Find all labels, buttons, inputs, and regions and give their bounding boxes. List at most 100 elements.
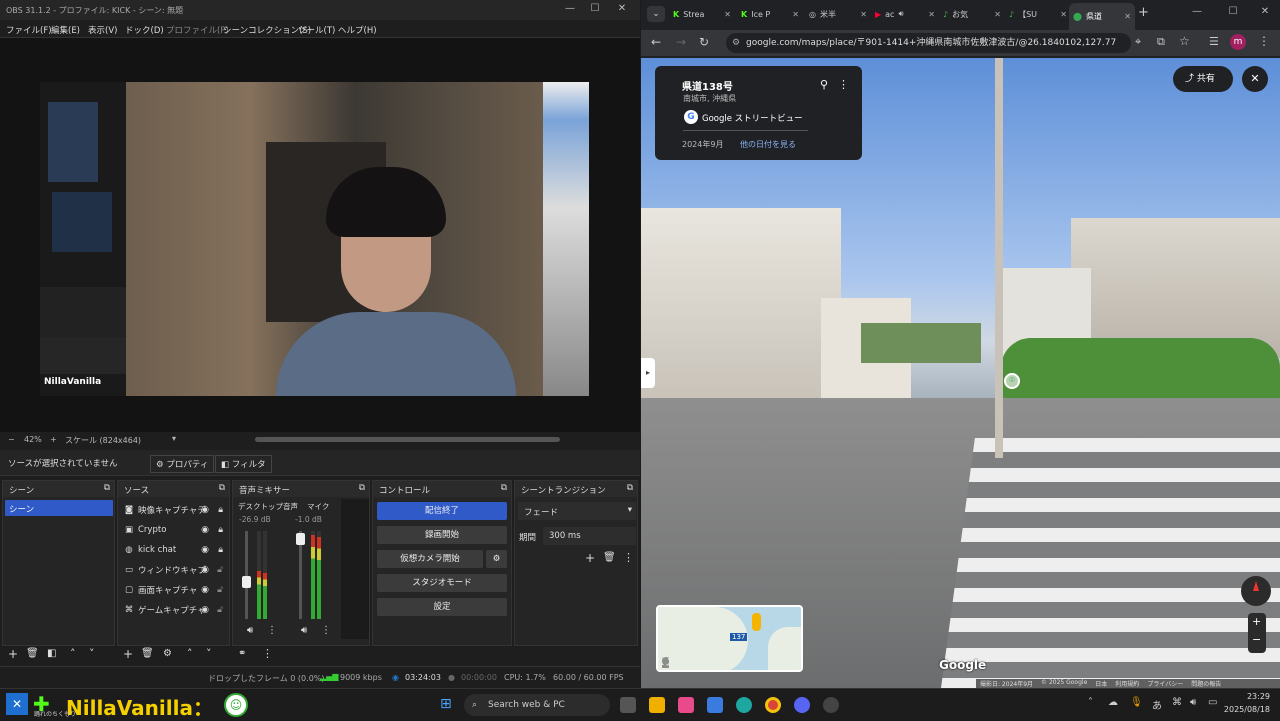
forward-icon[interactable]: →: [676, 35, 686, 49]
file-explorer-icon[interactable]: [649, 697, 665, 713]
pin-icon[interactable]: ⚲: [820, 78, 828, 91]
menu-profile[interactable]: プロファイル(P): [166, 24, 229, 36]
url-field[interactable]: ⚙ google.com/maps/place/〒901-1414+沖縄県南城市…: [726, 33, 1131, 53]
store-icon[interactable]: [707, 697, 723, 713]
fullscreen-icon[interactable]: ⛶: [662, 657, 669, 668]
network-icon[interactable]: ⌘: [1172, 697, 1182, 708]
close-tab-icon[interactable]: ✕: [860, 10, 867, 19]
eye-icon[interactable]: ◉: [201, 565, 209, 575]
back-icon[interactable]: ←: [651, 35, 661, 49]
more-icon[interactable]: ⋮: [321, 625, 331, 636]
studio-mode-button[interactable]: スタジオモード: [377, 574, 507, 592]
source-item[interactable]: ▭ ウィンドウキャプ: [124, 561, 224, 579]
dock-float-icon[interactable]: ⧉: [627, 483, 633, 493]
footer-terms[interactable]: 利用規約: [1115, 679, 1139, 688]
browser-tab[interactable]: K Ice P ✕: [737, 5, 803, 23]
expand-panel-icon[interactable]: ▸: [641, 358, 655, 388]
obs-icon[interactable]: [823, 697, 839, 713]
reading-list-icon[interactable]: ☰: [1209, 35, 1219, 48]
menu-tools[interactable]: ツール(T): [298, 24, 335, 36]
eye-icon[interactable]: ◉: [201, 585, 209, 595]
trash-icon[interactable]: 🗑︎: [603, 552, 616, 563]
desktop-fader-handle[interactable]: [242, 576, 251, 588]
more-icon[interactable]: ⋮: [262, 647, 273, 660]
eye-icon[interactable]: ◉: [201, 505, 209, 515]
taskbar-search[interactable]: ⌕ Search web & PC: [464, 694, 610, 716]
zoom-in-icon[interactable]: +: [50, 435, 57, 444]
menu-view[interactable]: 表示(V): [88, 24, 117, 36]
clock-date[interactable]: 2025/08/18: [1215, 705, 1270, 714]
dock-float-icon[interactable]: ⧉: [359, 483, 365, 493]
remove-scene-icon[interactable]: 🗑︎: [26, 648, 39, 659]
add-icon[interactable]: +: [585, 551, 595, 565]
edge-icon[interactable]: [736, 697, 752, 713]
dock-float-icon[interactable]: ⧉: [501, 483, 507, 493]
move-down-icon[interactable]: ˅: [206, 647, 212, 660]
add-scene-icon[interactable]: +: [8, 647, 18, 661]
menu-help[interactable]: ヘルプ(H): [338, 24, 377, 36]
site-info-icon[interactable]: ⚙: [732, 33, 740, 53]
browser-tab[interactable]: ♪ お気 ✕: [939, 5, 1005, 23]
more-icon[interactable]: ⋮: [838, 78, 849, 91]
other-dates-link[interactable]: 他の日付を見る: [740, 139, 796, 150]
close-icon[interactable]: ✕: [612, 3, 632, 17]
move-up-icon[interactable]: ˄: [187, 647, 193, 660]
lock-icon[interactable]: 🔒︎: [218, 525, 223, 535]
zoom-out-icon[interactable]: −: [8, 435, 15, 444]
stop-stream-button[interactable]: 配信終了: [377, 502, 507, 520]
eye-icon[interactable]: ◉: [201, 525, 209, 535]
start-recording-button[interactable]: 録画開始: [377, 526, 507, 544]
minimize-icon[interactable]: —: [560, 3, 580, 17]
preview-scrollbar[interactable]: [255, 437, 560, 442]
minimap[interactable]: 137 ⛶: [656, 605, 803, 672]
close-tab-icon[interactable]: ✕: [928, 10, 935, 19]
clock-time[interactable]: 23:29: [1225, 692, 1270, 701]
audio-playing-icon[interactable]: 🔊︎: [898, 9, 903, 19]
browser-tab[interactable]: ♪ 【SU ✕: [1005, 5, 1071, 23]
obs-preview[interactable]: NillaVanilla: [0, 38, 640, 432]
scene-filter-icon[interactable]: ◧: [47, 648, 56, 659]
unlock-icon[interactable]: 🔓︎: [217, 605, 223, 615]
close-tab-icon[interactable]: ✕: [994, 10, 1001, 19]
browser-tab[interactable]: ▶ ac 🔊︎ ✕: [871, 5, 939, 23]
pegman-icon[interactable]: [752, 613, 761, 631]
source-item[interactable]: ▢ 画面キャプチャ: [124, 581, 224, 599]
onedrive-icon[interactable]: ☁: [1108, 697, 1118, 708]
bookmark-icon[interactable]: ☆: [1179, 34, 1190, 48]
mic-fader-handle[interactable]: [296, 533, 305, 545]
speaker-icon[interactable]: 🔊︎: [301, 625, 307, 636]
chrome-menu-icon[interactable]: ⋮: [1258, 34, 1270, 48]
zoom-out-icon[interactable]: −: [1252, 633, 1261, 646]
properties-button[interactable]: ⚙ プロパティ: [150, 455, 215, 473]
start-virtual-camera-button[interactable]: 仮想カメラ開始: [377, 550, 483, 568]
source-properties-icon[interactable]: ⚙: [163, 648, 172, 659]
eye-icon[interactable]: ◉: [201, 545, 209, 555]
settings-button[interactable]: 設定: [377, 598, 507, 616]
close-tab-icon[interactable]: ✕: [792, 10, 799, 19]
source-item[interactable]: ⌘ ゲームキャプチャ: [124, 601, 224, 619]
tray-overflow-icon[interactable]: ˄: [1088, 697, 1093, 708]
browser-tab-active[interactable]: ⬤ 県道 ✕: [1069, 3, 1135, 30]
place-marker-icon[interactable]: ⌾: [1004, 373, 1020, 389]
desktop-fader-track[interactable]: [245, 531, 248, 619]
share-button[interactable]: ⤴ 共有: [1173, 66, 1233, 92]
move-down-icon[interactable]: ˅: [89, 647, 95, 660]
source-item[interactable]: ◍ kick chat: [124, 541, 224, 559]
footer-region[interactable]: 日本: [1095, 679, 1107, 688]
menu-file[interactable]: ファイル(F): [6, 24, 52, 36]
reload-icon[interactable]: ↻: [699, 35, 709, 49]
more-icon[interactable]: ⋮: [267, 625, 277, 636]
lock-icon[interactable]: 🔒︎: [218, 545, 223, 555]
move-up-icon[interactable]: ˄: [70, 647, 76, 660]
source-item[interactable]: ◙ 映像キャプチャデ: [124, 501, 224, 519]
close-tab-icon[interactable]: ✕: [1124, 12, 1131, 21]
discord-icon[interactable]: [794, 697, 810, 713]
close-tab-icon[interactable]: ✕: [1060, 10, 1067, 19]
speaker-icon[interactable]: 🔊︎: [247, 625, 253, 636]
mixer-scrollarea[interactable]: [341, 499, 369, 639]
more-icon[interactable]: ⋮: [623, 551, 634, 564]
footer-privacy[interactable]: プライバシー: [1147, 679, 1183, 688]
scene-item[interactable]: シーン: [5, 500, 113, 516]
maximize-icon[interactable]: ☐: [585, 3, 605, 17]
profile-avatar[interactable]: m: [1230, 34, 1246, 50]
